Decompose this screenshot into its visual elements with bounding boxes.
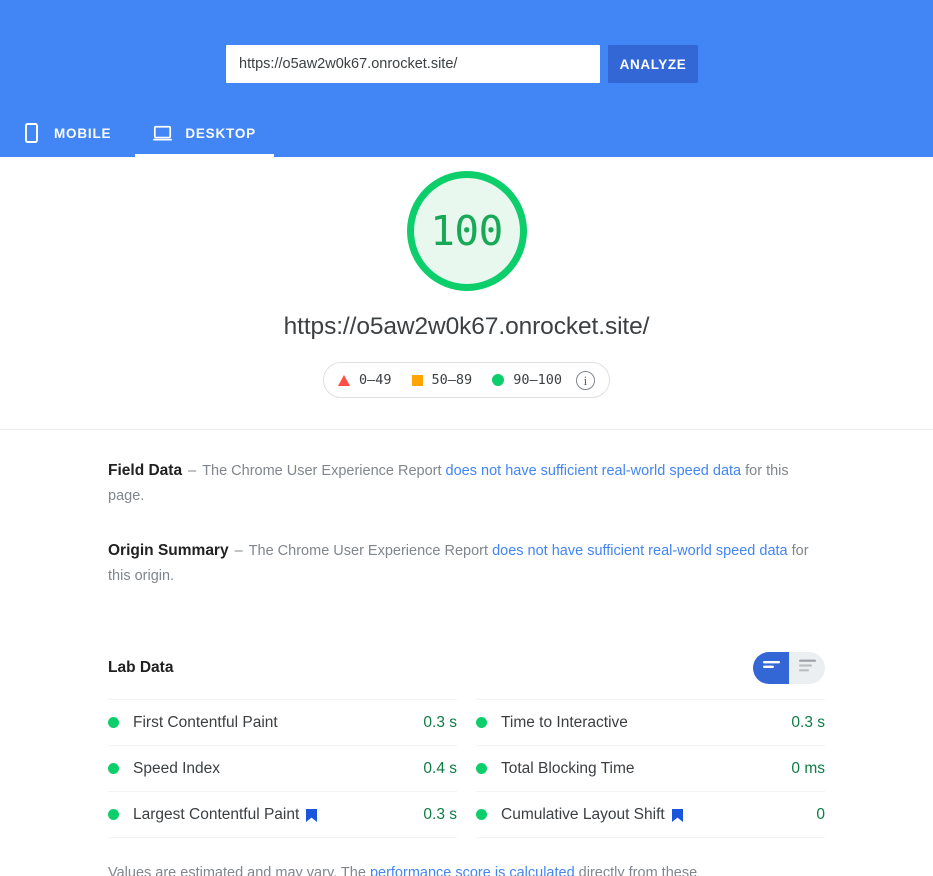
- lab-data-header: Lab Data: [108, 651, 825, 685]
- legend-range-good: 90–100: [513, 372, 562, 388]
- lab-data-footnote: Values are estimated and may vary. The p…: [108, 861, 825, 876]
- core-web-vital-flag-icon: [671, 809, 683, 822]
- tab-mobile[interactable]: MOBILE: [0, 109, 135, 157]
- origin-summary-title: Origin Summary: [108, 542, 229, 559]
- metric-name: Cumulative Layout Shift: [501, 806, 816, 824]
- status-badge: [476, 763, 487, 774]
- status-badge: [476, 809, 487, 820]
- footnote-text-before: Values are estimated and may vary. The: [108, 865, 370, 876]
- table-row[interactable]: Cumulative Layout Shift 0: [476, 791, 825, 838]
- field-data-text-before: The Chrome User Experience Report: [202, 463, 446, 479]
- status-badge: [476, 717, 487, 728]
- two-column-view-button[interactable]: [753, 652, 789, 684]
- metric-label: Speed Index: [133, 759, 221, 777]
- metrics-column-right: Time to Interactive 0.3 s Total Blocking…: [476, 699, 825, 838]
- performance-score-value: 100: [430, 207, 503, 255]
- report-content: Field Data – The Chrome User Experience Re…: [0, 458, 933, 876]
- metric-name: Total Blocking Time: [501, 760, 791, 778]
- mobile-phone-icon: [22, 122, 41, 144]
- metric-label: Time to Interactive: [501, 713, 628, 731]
- view-toggle-group: [753, 652, 825, 684]
- origin-summary-paragraph: Origin Summary – The Chrome User Experienc…: [108, 538, 825, 589]
- origin-summary-text-before: The Chrome User Experience Report: [248, 543, 493, 559]
- status-badge: [108, 717, 119, 728]
- circle-icon: [492, 374, 505, 386]
- metric-label: Total Blocking Time: [501, 759, 635, 777]
- status-badge: [108, 809, 119, 820]
- device-tabs: MOBILE DESKTOP: [0, 109, 274, 157]
- list-view-button[interactable]: [789, 652, 825, 684]
- metric-name: First Contentful Paint: [133, 714, 423, 732]
- lab-data-title: Lab Data: [108, 659, 174, 676]
- legend-range-average: 50–89: [431, 372, 473, 388]
- origin-summary-link[interactable]: does not have sufficient real-world spee…: [492, 543, 788, 559]
- table-row[interactable]: Largest Contentful Paint 0.3 s: [108, 791, 457, 838]
- score-section: 100 https://o5aw2w0k67.onrocket.site/ 0–…: [0, 157, 933, 430]
- analyze-button[interactable]: ANALYZE: [608, 45, 698, 83]
- metric-value: 0: [816, 805, 825, 823]
- table-row[interactable]: Total Blocking Time 0 ms: [476, 745, 825, 792]
- metric-value: 0.3 s: [423, 805, 457, 823]
- analyzed-page-url: https://o5aw2w0k67.onrocket.site/: [283, 313, 650, 340]
- legend-item-good: 90–100: [492, 372, 562, 388]
- field-data-title: Field Data: [108, 462, 183, 479]
- align-left-compact-icon: [762, 659, 780, 677]
- metric-name: Largest Contentful Paint: [133, 806, 423, 824]
- field-data-paragraph: Field Data – The Chrome User Experience Re…: [108, 458, 825, 509]
- desktop-monitor-icon: [153, 122, 173, 144]
- table-row[interactable]: First Contentful Paint 0.3 s: [108, 699, 457, 746]
- core-web-vital-flag-icon: [306, 809, 318, 822]
- list-lines-icon: [798, 659, 816, 678]
- origin-summary-dash: –: [234, 543, 243, 559]
- table-row[interactable]: Time to Interactive 0.3 s: [476, 699, 825, 746]
- tab-desktop-label: DESKTOP: [185, 125, 256, 141]
- tab-mobile-label: MOBILE: [54, 125, 112, 141]
- field-data-dash: –: [188, 463, 197, 479]
- legend-item-poor: 0–49: [338, 372, 392, 388]
- square-icon: [411, 374, 423, 386]
- metric-name: Speed Index: [133, 760, 423, 778]
- metric-value: 0 ms: [791, 759, 825, 777]
- legend-range-poor: 0–49: [359, 372, 392, 388]
- field-data-link[interactable]: does not have sufficient real-world spee…: [446, 463, 742, 479]
- url-input[interactable]: [226, 45, 600, 83]
- triangle-warning-icon: [338, 374, 351, 386]
- performance-score-gauge: 100: [406, 171, 527, 291]
- metric-label: Largest Contentful Paint: [133, 805, 300, 823]
- metric-name: Time to Interactive: [501, 714, 791, 732]
- table-row[interactable]: Speed Index 0.4 s: [108, 745, 457, 792]
- app-header: ANALYZE MOBILE DESKTOP: [0, 0, 933, 157]
- metric-value: 0.3 s: [791, 713, 825, 731]
- metric-label: Cumulative Layout Shift: [501, 805, 665, 823]
- footnote-text-after: directly from these: [574, 865, 698, 876]
- score-legend: 0–49 50–89 90–100 i: [323, 362, 610, 398]
- status-badge: [108, 763, 119, 774]
- metric-value: 0.3 s: [423, 713, 457, 731]
- lab-data-metrics: First Contentful Paint 0.3 s Speed Index…: [108, 699, 825, 838]
- footnote-link[interactable]: performance score is calculated: [370, 865, 575, 876]
- metrics-column-left: First Contentful Paint 0.3 s Speed Index…: [108, 699, 457, 838]
- tab-desktop[interactable]: DESKTOP: [135, 109, 274, 157]
- legend-item-average: 50–89: [411, 372, 473, 388]
- url-search-row: ANALYZE: [226, 45, 698, 83]
- metric-label: First Contentful Paint: [133, 713, 278, 731]
- info-icon[interactable]: i: [575, 370, 595, 390]
- metric-value: 0.4 s: [423, 759, 457, 777]
